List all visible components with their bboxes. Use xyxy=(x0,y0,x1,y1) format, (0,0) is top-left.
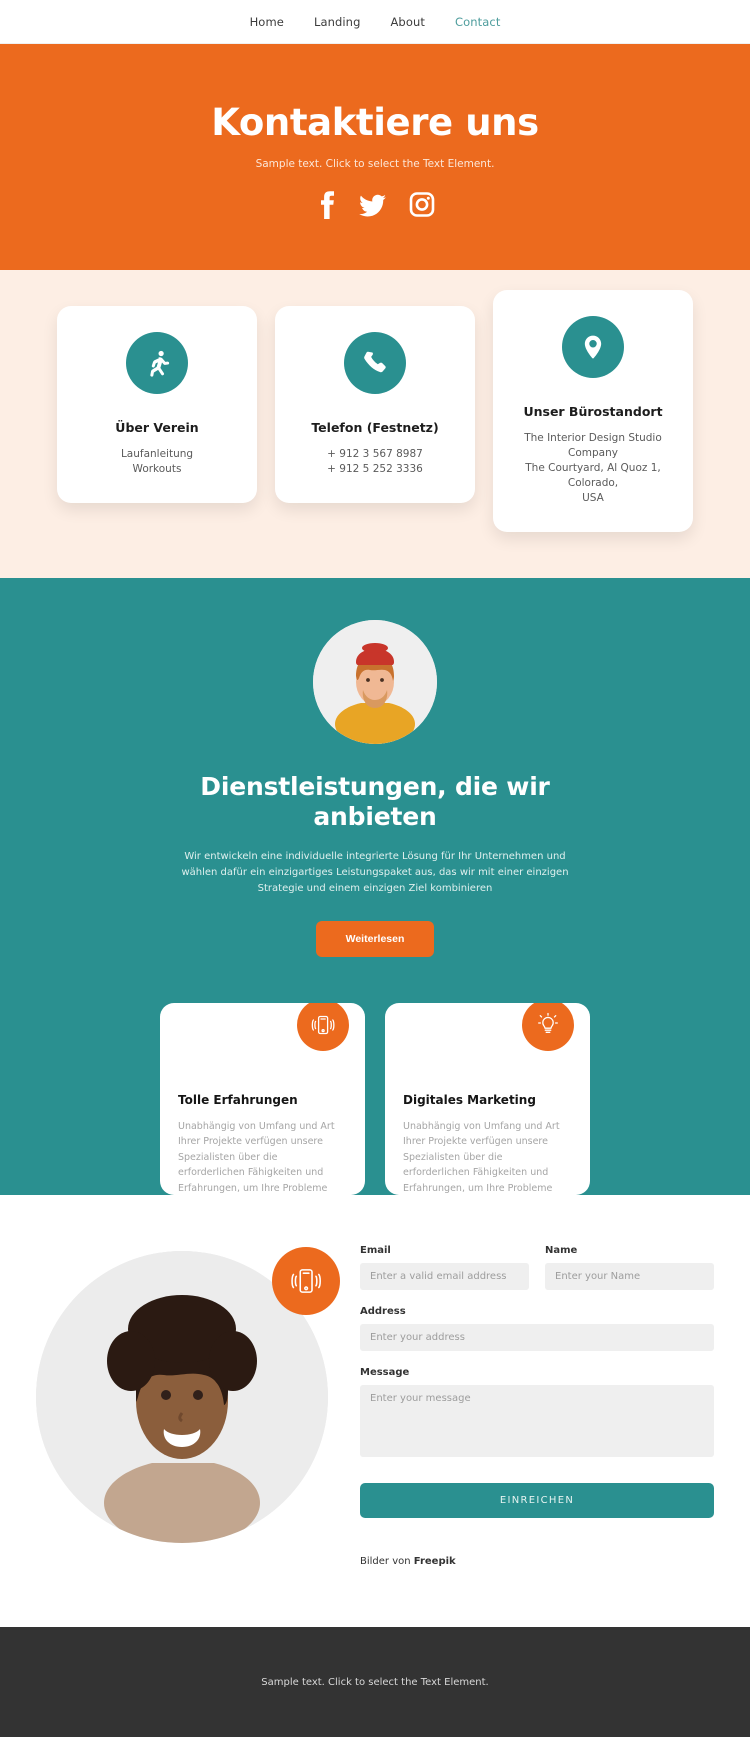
running-icon xyxy=(126,332,188,394)
social-links xyxy=(315,190,435,220)
feature-card-title: Tolle Erfahrungen xyxy=(178,1093,298,1108)
contact-form: Email Name Address Message EINREICHEN Bi… xyxy=(360,1237,714,1567)
footer: Sample text. Click to select the Text El… xyxy=(0,1627,750,1737)
nav-link-home[interactable]: Home xyxy=(250,15,284,29)
credit-prefix: Bilder von xyxy=(360,1556,414,1568)
info-card-line: + 912 5 252 3336 xyxy=(327,462,423,475)
info-card-line: USA xyxy=(582,491,604,504)
facebook-icon[interactable] xyxy=(315,190,337,220)
address-field[interactable] xyxy=(360,1324,714,1352)
lightbulb-icon xyxy=(522,1003,574,1052)
email-label: Email xyxy=(360,1245,391,1257)
info-cards-section: Über Verein Laufanleitung Workouts Telef… xyxy=(0,270,750,578)
address-label: Address xyxy=(360,1306,406,1318)
footer-text: Sample text. Click to select the Text El… xyxy=(261,1676,489,1688)
page-title: Kontaktiere uns xyxy=(211,100,539,144)
email-field[interactable] xyxy=(360,1263,529,1291)
twitter-icon[interactable] xyxy=(359,190,387,220)
message-field[interactable] xyxy=(360,1385,714,1458)
info-card-line: Workouts xyxy=(132,462,182,475)
feature-card-text: Unabhängig von Umfang und Art Ihrer Proj… xyxy=(403,1121,560,1194)
field-email: Email xyxy=(360,1245,529,1291)
info-card-verein[interactable]: Über Verein Laufanleitung Workouts xyxy=(57,306,257,503)
info-card-line: + 912 3 567 8987 xyxy=(327,448,423,460)
credit-source[interactable]: Freepik xyxy=(414,1556,456,1567)
info-card-telefon[interactable]: Telefon (Festnetz) + 912 3 567 8987 + 91… xyxy=(275,306,475,503)
services-section: Dienstleistungen, die wir anbieten Wir e… xyxy=(0,577,750,1196)
mobile-vibrate-icon xyxy=(297,1003,349,1052)
nav-link-about[interactable]: About xyxy=(390,15,425,29)
nav-link-contact[interactable]: Contact xyxy=(455,15,500,29)
map-pin-icon xyxy=(562,316,624,378)
feature-card-marketing[interactable]: Digitales Marketing Unabhängig von Umfan… xyxy=(385,1003,590,1196)
main-navigation: Home Landing About Contact xyxy=(0,0,750,44)
info-card-title: Über Verein xyxy=(115,420,199,435)
field-address: Address xyxy=(360,1306,714,1352)
contact-photo-wrap xyxy=(36,1237,340,1544)
info-card-line: The Interior Design Studio Company xyxy=(524,432,662,459)
weiterlesen-button[interactable]: Weiterlesen xyxy=(316,921,434,958)
services-text: Wir entwickeln eine individuelle integri… xyxy=(181,850,569,894)
submit-button[interactable]: EINREICHEN xyxy=(360,1483,714,1519)
feature-card-title: Digitales Marketing xyxy=(403,1093,536,1108)
feature-card-text: Unabhängig von Umfang und Art Ihrer Proj… xyxy=(178,1121,335,1194)
field-name: Name xyxy=(545,1245,714,1291)
name-label: Name xyxy=(545,1245,578,1257)
message-label: Message xyxy=(360,1367,410,1379)
avatar xyxy=(313,619,437,744)
hero-section: Kontaktiere uns Sample text. Click to se… xyxy=(0,44,750,270)
nav-link-landing[interactable]: Landing xyxy=(314,15,361,29)
feature-cards-row: Tolle Erfahrungen Unabhängig von Umfang … xyxy=(0,957,750,1196)
contact-section: Email Name Address Message EINREICHEN Bi… xyxy=(0,1195,750,1628)
name-field[interactable] xyxy=(545,1263,714,1291)
info-cards-row: Über Verein Laufanleitung Workouts Telef… xyxy=(0,290,750,532)
mobile-vibrate-icon xyxy=(272,1247,340,1316)
info-card-title: Telefon (Festnetz) xyxy=(311,420,439,435)
field-message: Message xyxy=(360,1367,714,1461)
instagram-icon[interactable] xyxy=(409,190,435,220)
info-card-line: Laufanleitung xyxy=(120,448,194,460)
form-row-email-name: Email Name xyxy=(360,1245,714,1306)
info-card-standort[interactable]: Unser Bürostandort The Interior Design S… xyxy=(493,290,693,532)
feature-card-erfahrungen[interactable]: Tolle Erfahrungen Unabhängig von Umfang … xyxy=(160,1003,365,1196)
image-credit: Bilder von Freepik xyxy=(360,1556,714,1567)
info-card-line: The Courtyard, Al Quoz 1, Colorado, xyxy=(525,461,661,489)
services-title: Dienstleistungen, die wir anbieten xyxy=(200,771,550,832)
info-card-title: Unser Bürostandort xyxy=(523,404,663,419)
phone-icon xyxy=(344,332,406,394)
hero-subtitle: Sample text. Click to select the Text El… xyxy=(255,157,495,170)
